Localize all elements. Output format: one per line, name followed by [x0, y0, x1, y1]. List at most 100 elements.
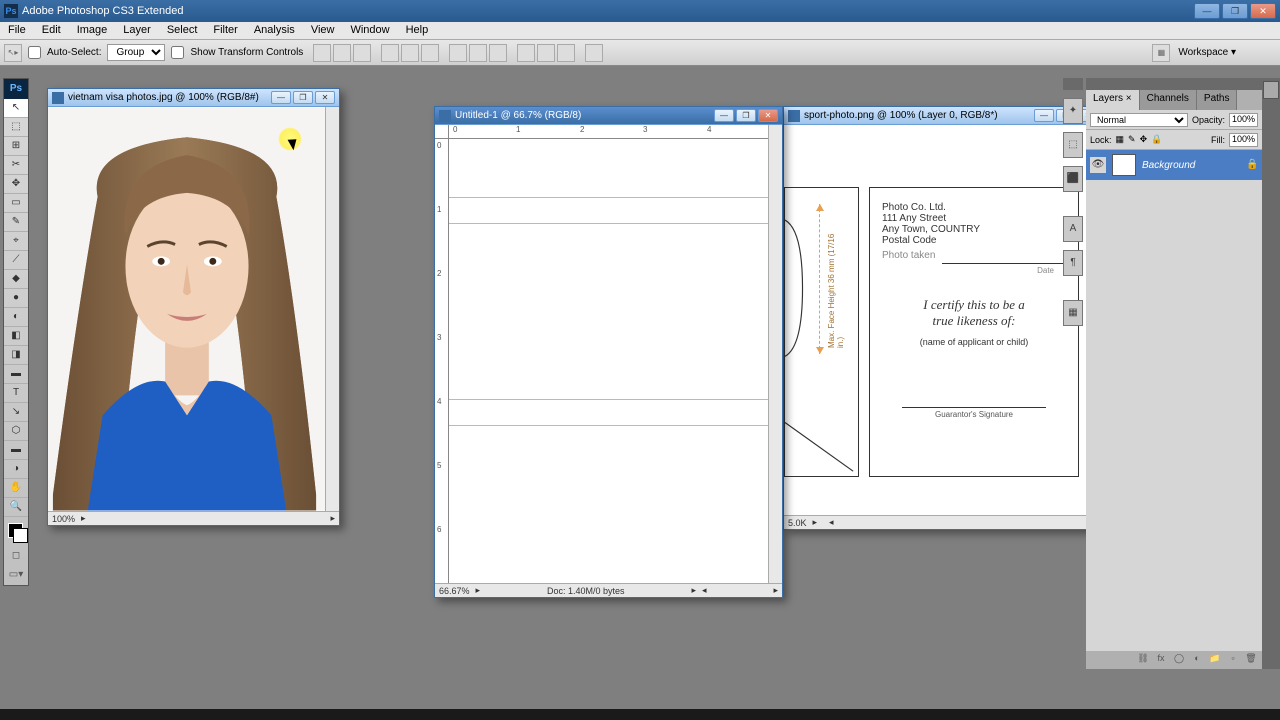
- panel-icon[interactable]: ¶: [1063, 250, 1083, 276]
- document-window-vietnam[interactable]: vietnam visa photos.jpg @ 100% (RGB/8#) …: [47, 88, 340, 526]
- tool-dodge[interactable]: ◨: [4, 346, 28, 365]
- doc-maximize-button[interactable]: ❐: [736, 109, 756, 122]
- hscroll-right-icon[interactable]: ▸: [773, 585, 778, 596]
- new-layer-icon[interactable]: ▫: [1226, 653, 1240, 667]
- tab-channels[interactable]: Channels: [1140, 90, 1197, 110]
- fill-field[interactable]: 100%: [1229, 133, 1258, 147]
- tool-slice[interactable]: ▭: [4, 194, 28, 213]
- vertical-scrollbar[interactable]: [325, 107, 339, 511]
- guide-line[interactable]: [449, 399, 768, 400]
- menu-layer[interactable]: Layer: [115, 22, 159, 39]
- distribute-icon[interactable]: [449, 44, 467, 62]
- tab-paths[interactable]: Paths: [1197, 90, 1238, 110]
- auto-select-checkbox[interactable]: [28, 46, 41, 59]
- dock-icon[interactable]: [1263, 81, 1279, 99]
- ruler-horizontal[interactable]: 0 1 2 3 4: [449, 125, 768, 139]
- layer-name[interactable]: Background: [1142, 160, 1195, 171]
- tool-type[interactable]: T: [4, 384, 28, 403]
- link-icon[interactable]: ⛓: [1136, 653, 1150, 667]
- close-button[interactable]: ✕: [1250, 3, 1276, 19]
- align-icon[interactable]: [401, 44, 419, 62]
- tool-brush[interactable]: ⌖: [4, 232, 28, 251]
- tab-layers[interactable]: Layers ×: [1086, 90, 1140, 110]
- align-icon[interactable]: [313, 44, 331, 62]
- layer-thumb[interactable]: [1112, 154, 1136, 176]
- menu-view[interactable]: View: [303, 22, 343, 39]
- tool-blur[interactable]: ◧: [4, 327, 28, 346]
- doc-minimize-button[interactable]: —: [714, 109, 734, 122]
- auto-select-dropdown[interactable]: Group: [107, 44, 165, 61]
- workspace-menu[interactable]: Workspace ▾: [1178, 47, 1236, 58]
- tool-pen[interactable]: ▬: [4, 365, 28, 384]
- quickmask-icon[interactable]: ◻: [4, 547, 28, 566]
- guide-line[interactable]: [449, 223, 768, 224]
- zoom-value[interactable]: 100%: [52, 514, 75, 524]
- doc-close-button[interactable]: ✕: [758, 109, 778, 122]
- doc-maximize-button[interactable]: ❐: [293, 91, 313, 104]
- tool-wand[interactable]: ✂: [4, 156, 28, 175]
- panel-icon[interactable]: ⬚: [1063, 132, 1083, 158]
- zoom-value[interactable]: 66.67%: [439, 586, 470, 596]
- blend-mode-dropdown[interactable]: Normal: [1090, 113, 1188, 127]
- status-arrow-icon[interactable]: ▸: [691, 585, 696, 596]
- move-tool-icon[interactable]: ↖▸: [4, 44, 22, 62]
- lock-pixels-icon[interactable]: ✎: [1128, 134, 1136, 145]
- visibility-icon[interactable]: 👁: [1090, 157, 1106, 173]
- tool-crop[interactable]: ✥: [4, 175, 28, 194]
- panel-icon[interactable]: ✦: [1063, 98, 1083, 124]
- lock-all-icon[interactable]: 🔒: [1151, 134, 1162, 145]
- tool-zoom[interactable]: 🔍: [4, 498, 28, 517]
- menu-edit[interactable]: Edit: [34, 22, 69, 39]
- tool-marquee[interactable]: ⬚: [4, 118, 28, 137]
- status-arrow-icon[interactable]: ▸: [81, 513, 86, 524]
- menu-window[interactable]: Window: [342, 22, 397, 39]
- ruler-vertical[interactable]: 0 1 2 3 4 5 6: [435, 139, 449, 583]
- distribute-icon[interactable]: [489, 44, 507, 62]
- hscroll-left-icon[interactable]: ◂: [829, 517, 834, 528]
- show-transform-checkbox[interactable]: [171, 46, 184, 59]
- tool-hand[interactable]: ✋: [4, 479, 28, 498]
- tool-shape[interactable]: ⬡: [4, 422, 28, 441]
- tool-lasso[interactable]: ⊞: [4, 137, 28, 156]
- color-swatch[interactable]: [4, 521, 28, 547]
- fx-icon[interactable]: fx: [1154, 653, 1168, 667]
- canvas[interactable]: [449, 139, 768, 583]
- align-icon[interactable]: [333, 44, 351, 62]
- auto-align-icon[interactable]: [585, 44, 603, 62]
- distribute-icon[interactable]: [537, 44, 555, 62]
- document-window-sport-photo[interactable]: sport-photo.png @ 100% (Layer 0, RGB/8*)…: [783, 106, 1103, 530]
- menu-image[interactable]: Image: [69, 22, 116, 39]
- tool-move[interactable]: ↖: [4, 99, 28, 118]
- lock-pos-icon[interactable]: ✥: [1140, 134, 1148, 145]
- document-window-untitled[interactable]: Untitled-1 @ 66.7% (RGB/8) — ❐ ✕ 0 1 2 3…: [434, 106, 783, 598]
- folder-icon[interactable]: 📁: [1208, 653, 1222, 667]
- tool-notes[interactable]: ▬: [4, 441, 28, 460]
- menu-analysis[interactable]: Analysis: [246, 22, 303, 39]
- mask-icon[interactable]: ◯: [1172, 653, 1186, 667]
- guide-line[interactable]: [449, 197, 768, 198]
- tool-gradient[interactable]: ◐: [4, 308, 28, 327]
- hscroll-right-icon[interactable]: ▸: [330, 513, 335, 524]
- minimize-button[interactable]: —: [1194, 3, 1220, 19]
- tool-path[interactable]: ↘: [4, 403, 28, 422]
- menu-select[interactable]: Select: [159, 22, 206, 39]
- lock-trans-icon[interactable]: ▦: [1116, 134, 1125, 145]
- opacity-field[interactable]: 100%: [1229, 113, 1258, 127]
- go-bridge-icon[interactable]: ▦: [1152, 44, 1170, 62]
- align-icon[interactable]: [381, 44, 399, 62]
- vertical-scrollbar[interactable]: [768, 125, 782, 583]
- doc-minimize-button[interactable]: —: [271, 91, 291, 104]
- distribute-icon[interactable]: [469, 44, 487, 62]
- menu-filter[interactable]: Filter: [205, 22, 245, 39]
- layer-row[interactable]: 👁 Background 🔒: [1086, 150, 1262, 180]
- guide-line[interactable]: [449, 425, 768, 426]
- status-arrow-icon[interactable]: ▸: [476, 585, 481, 596]
- status-arrow-icon[interactable]: ▸: [813, 517, 818, 528]
- trash-icon[interactable]: 🗑: [1244, 653, 1258, 667]
- distribute-icon[interactable]: [517, 44, 535, 62]
- distribute-icon[interactable]: [557, 44, 575, 62]
- panel-icon[interactable]: ⬛: [1063, 166, 1083, 192]
- tool-eyedropper[interactable]: ◑: [4, 460, 28, 479]
- menu-file[interactable]: File: [0, 22, 34, 39]
- tool-stamp[interactable]: ⟋: [4, 251, 28, 270]
